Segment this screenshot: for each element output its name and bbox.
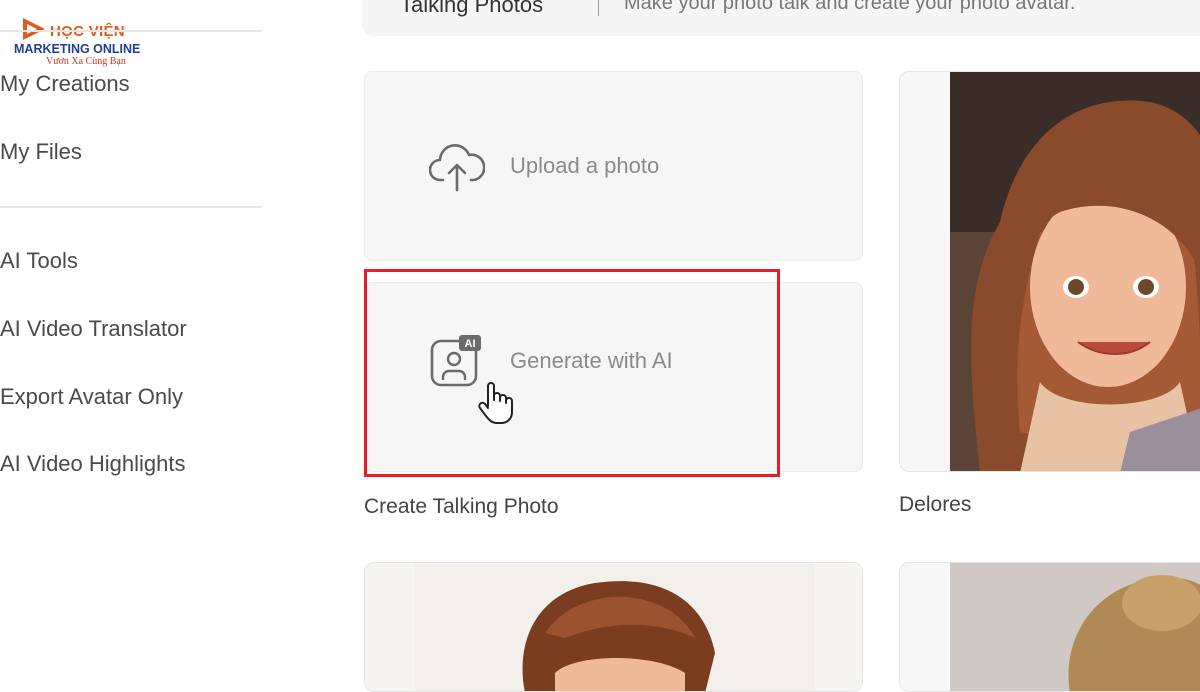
play-icon	[23, 18, 45, 40]
sidebar: HỌC VIỆN MARKETING ONLINE Vươn Xa Cùng B…	[0, 0, 262, 675]
header-separator	[598, 0, 599, 16]
sidebar-divider	[0, 30, 262, 32]
logo-slogan: Vươn Xa Cùng Bạn	[46, 56, 126, 67]
sidebar-item-my-creations[interactable]: My Creations	[0, 71, 130, 97]
sidebar-item-ai-video-highlights[interactable]: AI Video Highlights	[0, 451, 186, 477]
page-header: Talking Photos Make your photo talk and …	[362, 0, 1200, 36]
avatar-card-delores[interactable]	[899, 71, 1200, 472]
cloud-upload-icon	[429, 144, 485, 192]
avatar-image	[900, 563, 1200, 691]
hand-pointer-icon	[478, 382, 513, 424]
avatar-name-delores: Delores	[899, 493, 972, 516]
avatar-card[interactable]	[899, 562, 1200, 692]
sidebar-divider	[0, 206, 262, 208]
upload-photo-card[interactable]: Upload a photo	[364, 71, 863, 261]
brand-logo: HỌC VIỆN MARKETING ONLINE Vươn Xa Cùng B…	[12, 14, 142, 70]
generate-with-ai-label: Generate with AI	[510, 348, 673, 373]
avatar-image	[365, 563, 862, 691]
avatar-image	[900, 72, 1200, 471]
avatar-card[interactable]	[364, 562, 863, 692]
sidebar-item-export-avatar-only[interactable]: Export Avatar Only	[0, 384, 183, 410]
sidebar-item-ai-tools[interactable]: AI Tools	[0, 248, 78, 274]
upload-photo-label: Upload a photo	[510, 153, 660, 178]
logo-subtitle: MARKETING ONLINE	[14, 42, 141, 56]
page-subtitle: Make your photo talk and create your pho…	[624, 0, 1076, 14]
generate-with-ai-card[interactable]: AI Generate with AI	[364, 282, 863, 472]
sidebar-item-ai-video-translator[interactable]: AI Video Translator	[0, 316, 187, 342]
sidebar-item-my-files[interactable]: My Files	[0, 139, 82, 165]
create-talking-photo-caption: Create Talking Photo	[364, 495, 559, 518]
ai-badge: AI	[465, 338, 476, 350]
page-title: Talking Photos	[400, 0, 544, 17]
